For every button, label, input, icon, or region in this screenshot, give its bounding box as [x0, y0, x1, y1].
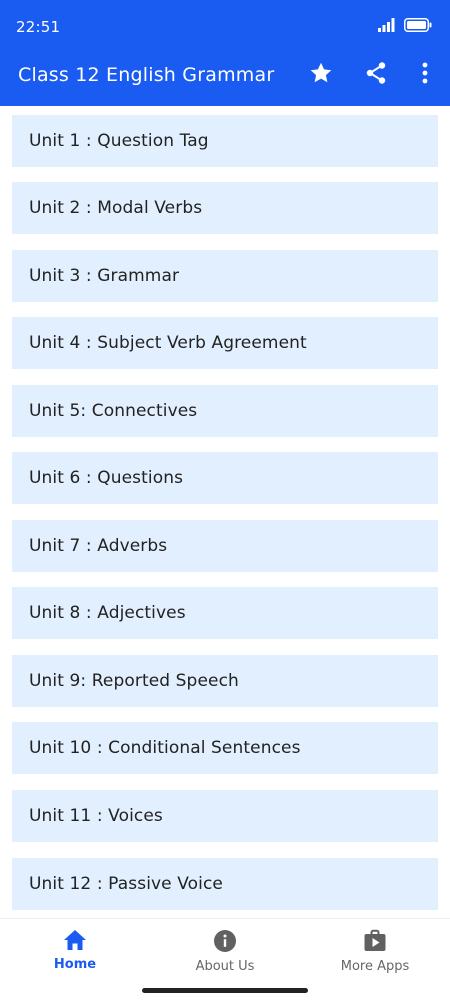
unit-label: Unit 11 : Voices [29, 806, 163, 826]
unit-label: Unit 5: Connectives [29, 401, 198, 421]
nav-home[interactable]: Home [0, 929, 150, 981]
app-root: 22:51 Class 12 English Grammar Unit 1: … [0, 0, 450, 1000]
unit-item-5[interactable]: Unit 5: Connectives [12, 385, 438, 437]
nav-home-label: Home [53, 957, 97, 972]
nav-about-us[interactable]: About Us [150, 929, 300, 981]
top-bar: 22:51 Class 12 English Grammar [0, 0, 450, 106]
unit-label: Unit 12 : Passive Voice [29, 874, 223, 894]
unit-item-6[interactable]: Unit 6 : Questions [12, 452, 438, 504]
share-button[interactable] [361, 60, 391, 90]
unit-label: Unit 2 : Modal Verbs [29, 198, 203, 218]
battery-icon [404, 17, 432, 36]
info-icon [213, 929, 237, 953]
more-options-button[interactable] [410, 60, 440, 90]
status-bar: 22:51 [0, 0, 450, 52]
play-store-icon [363, 929, 387, 953]
unit-item-1[interactable]: Unit 1 : Question Tag [12, 115, 438, 167]
unit-label: Unit 3 : Grammar [29, 266, 180, 286]
unit-label: Unit 6 : Questions [29, 468, 184, 488]
nav-about-us-label: About Us [195, 959, 255, 974]
star-icon [309, 61, 333, 89]
unit-label: Unit 10 : Conditional Sentences [29, 738, 301, 758]
signal-icon [378, 17, 398, 36]
unit-item-2[interactable]: Unit 2 : Modal Verbs [12, 182, 438, 234]
status-time: 22:51 [16, 18, 61, 36]
unit-item-9[interactable]: Unit 9: Reported Speech [12, 655, 438, 707]
nav-more-apps-label: More Apps [340, 959, 410, 974]
share-icon [364, 61, 388, 89]
home-icon [63, 929, 87, 951]
unit-list: Unit 1 : Question Tag Unit 2 : Modal Ver… [0, 106, 450, 918]
more-vert-icon [421, 62, 429, 88]
unit-label: Unit 7 : Adverbs [29, 536, 168, 556]
unit-item-4[interactable]: Unit 4 : Subject Verb Agreement [12, 317, 438, 369]
home-indicator[interactable] [142, 988, 308, 993]
nav-more-apps[interactable]: More Apps [300, 929, 450, 981]
unit-item-12[interactable]: Unit 12 : Passive Voice [12, 858, 438, 910]
unit-label: Unit 4 : Subject Verb Agreement [29, 333, 307, 353]
unit-item-3[interactable]: Unit 3 : Grammar [12, 250, 438, 302]
unit-label: Unit 9: Reported Speech [29, 671, 239, 691]
favorite-button[interactable] [306, 60, 336, 90]
app-title: Class 12 English Grammar [18, 64, 275, 86]
unit-item-10[interactable]: Unit 10 : Conditional Sentences [12, 722, 438, 774]
unit-item-8[interactable]: Unit 8 : Adjectives [12, 587, 438, 639]
unit-item-11[interactable]: Unit 11 : Voices [12, 790, 438, 842]
unit-label: Unit 1 : Question Tag [29, 131, 209, 151]
unit-label: Unit 8 : Adjectives [29, 603, 186, 623]
unit-item-7[interactable]: Unit 7 : Adverbs [12, 520, 438, 572]
status-icons [378, 17, 432, 36]
